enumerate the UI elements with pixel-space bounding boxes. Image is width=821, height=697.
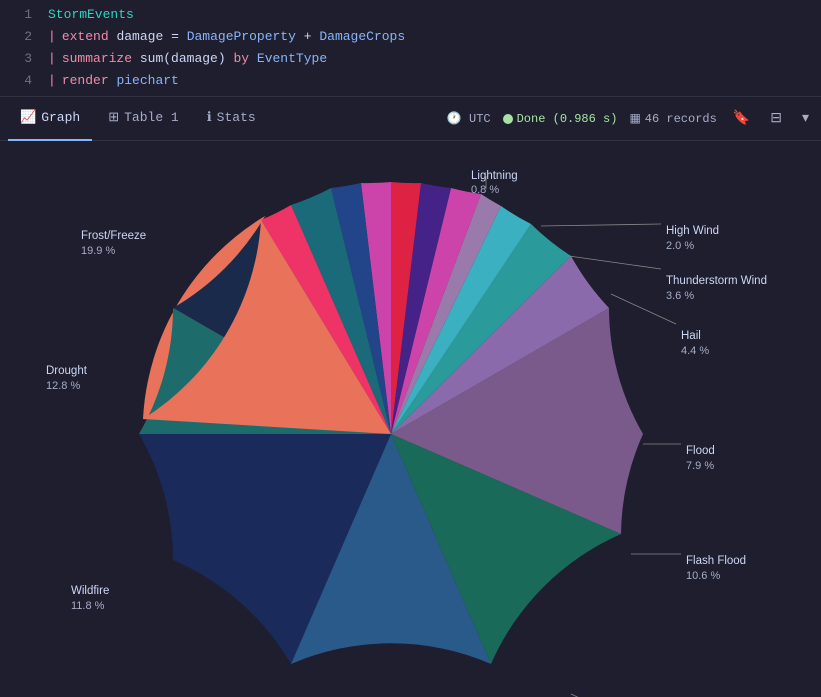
status-dot [503,114,513,124]
chart-container: Frost/Freeze 19.9 % Drought 12.8 % Wildf… [0,141,821,697]
results-toolbar: 📈 Graph ⊞ Table 1 ℹ Stats 🕐 UTC Done (0.… [0,97,821,141]
code-token: summarize [62,49,132,69]
pct-frost-freeze: 19.9 % [81,245,115,257]
pct-high-wind: 2.0 % [666,240,694,252]
code-token: render [62,71,109,91]
line-number: 4 [8,71,32,91]
label-frost-freeze: Frost/Freeze [81,230,146,242]
line-number: 3 [8,49,32,69]
chart-icon: 📈 [20,110,36,125]
save-button[interactable]: 🔖 [729,108,754,129]
timezone-display: 🕐 UTC [447,111,491,126]
code-token: DamageProperty [187,27,296,47]
code-line-4: 4 | render piechart [0,70,821,92]
info-icon: ℹ [207,110,212,125]
tab-graph-label: Graph [41,110,80,125]
code-token: StormEvents [48,5,134,25]
line-number: 1 [8,5,32,25]
code-token: | [48,49,56,69]
code-token: sum(damage) [140,49,226,69]
code-editor[interactable]: 1 StormEvents 2 | extend damage = Damage… [0,0,821,97]
label-line-high-wind [541,224,661,226]
code-line-1: 1 StormEvents [0,4,821,26]
label-wildfire: Wildfire [71,585,109,597]
table-icon: ⊞ [108,110,119,125]
records-count: ▦ 46 records [629,111,716,126]
pct-hail: 4.4 % [681,345,709,357]
pct-flood: 7.9 % [686,460,714,472]
tab-table-label: Table 1 [124,110,179,125]
label-drought: Drought [46,365,88,377]
code-token: piechart [116,71,178,91]
tab-stats-label: Stats [217,110,256,125]
pct-drought: 12.8 % [46,380,80,392]
more-button[interactable]: ▾ [798,108,813,129]
label-flash-flood: Flash Flood [686,555,746,567]
label-thunderstorm-wind: Thunderstorm Wind [666,275,767,287]
tab-table[interactable]: ⊞ Table 1 [96,97,191,141]
code-line-3: 3 | summarize sum(damage) by EventType [0,48,821,70]
label-lightning: Lightning [471,170,518,182]
status-display: Done (0.986 s) [503,112,618,126]
line-number: 2 [8,27,32,47]
tab-stats[interactable]: ℹ Stats [195,97,268,141]
code-token: EventType [257,49,327,69]
label-flood: Flood [686,445,715,457]
pct-flash-flood: 10.6 % [686,570,720,582]
records-icon: ▦ [629,111,640,126]
pie-chart-svg: Frost/Freeze 19.9 % Drought 12.8 % Wildf… [21,154,801,684]
code-token: damage [116,27,163,47]
code-token: | [48,71,56,91]
label-hail: Hail [681,330,701,342]
code-token: DamageCrops [319,27,405,47]
tab-graph[interactable]: 📈 Graph [8,97,92,141]
label-line-thunderstorm-wind [569,256,661,269]
pct-lightning: 0.8 % [471,184,499,196]
label-high-wind: High Wind [666,225,719,237]
code-token: extend [62,27,109,47]
code-token: = [171,27,179,47]
expand-button[interactable]: ⊟ [766,108,786,129]
code-token: | [48,27,56,47]
pct-wildfire: 11.8 % [71,600,105,612]
pct-thunderstorm-wind: 3.6 % [666,290,694,302]
code-token: by [233,49,249,69]
code-token: + [304,27,312,47]
code-line-2: 2 | extend damage = DamageProperty + Dam… [0,26,821,48]
